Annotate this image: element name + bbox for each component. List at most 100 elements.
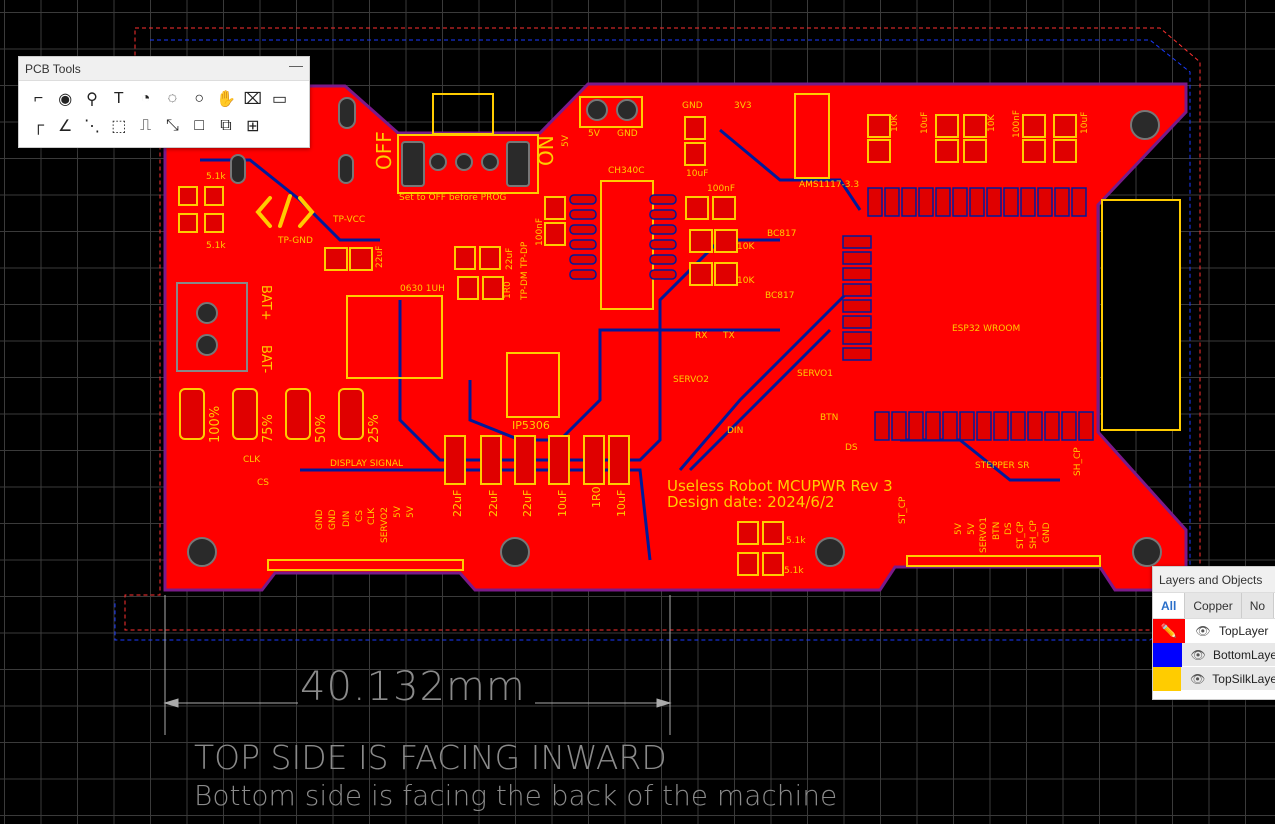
silk-label: TX — [723, 331, 735, 341]
silk-label: 10uF — [686, 169, 709, 179]
layer-name: TopSilkLayer — [1212, 671, 1275, 686]
silk-label: GND — [315, 509, 325, 530]
silk-label: 5V — [954, 523, 964, 535]
polygon-icon[interactable]: ⎍ — [132, 112, 159, 139]
silk-label: BTN — [992, 521, 1002, 540]
silk-label: SERVO2 — [380, 507, 390, 543]
layer-color-swatch[interactable] — [1153, 642, 1182, 667]
silk-label: CS — [355, 510, 365, 522]
group-icon[interactable]: ⧉ — [213, 112, 240, 139]
layer-name: BottomLayer — [1212, 647, 1275, 662]
silk-label: RX — [695, 331, 708, 341]
silk-label: SERVO2 — [673, 375, 709, 385]
silk-label: STEPPER SR — [975, 461, 1030, 471]
silk-label: 22uF — [521, 489, 534, 517]
silk-label: BAT+ — [258, 285, 273, 321]
silk-label: BC817 — [767, 229, 797, 239]
silk-label: 10K — [737, 242, 755, 252]
silk-label: 50% — [314, 414, 329, 443]
silk-label: 0630 1UH — [400, 284, 445, 294]
text-icon[interactable]: T — [105, 85, 132, 112]
silk-label: DISPLAY SIGNAL — [330, 459, 404, 469]
layer-color-swatch[interactable] — [1153, 666, 1182, 691]
tab-non-copper[interactable]: No — [1241, 593, 1275, 618]
tab-all[interactable]: All — [1153, 593, 1186, 618]
silk-label: 100% — [208, 405, 223, 443]
silk-label: 22uF — [505, 247, 515, 270]
layers-panel: Layers and Objects All Copper No ✏️ 👁 To… — [1152, 566, 1275, 700]
silk-label: Set to OFF before PROG — [399, 193, 507, 203]
silk-label: GND — [682, 101, 703, 111]
silk-label: TP-DM — [520, 271, 530, 300]
angle-icon[interactable]: ∠ — [52, 112, 79, 139]
silk-label: TP-VCC — [333, 215, 366, 225]
minus-icon[interactable]: — — [289, 57, 303, 73]
eye-icon[interactable]: 👁 — [1191, 624, 1215, 638]
tab-copper[interactable]: Copper — [1185, 593, 1242, 618]
silk-label: SERVO1 — [797, 369, 833, 379]
region-icon[interactable]: ⬚ — [105, 112, 132, 139]
route-track-icon[interactable]: ⌐ — [25, 85, 52, 112]
silk-label: 5.1k — [784, 566, 804, 576]
silk-label: 10K — [890, 114, 900, 132]
silk-label: ST_CP — [898, 496, 908, 524]
arc-icon[interactable]: ◔ — [132, 85, 159, 112]
silk-label: SH_CP — [1073, 447, 1083, 476]
design-date: Design date: 2024/6/2 — [667, 493, 835, 511]
silk-label: 5V — [393, 506, 403, 518]
silk-label: AMS1117-3.3 — [799, 180, 860, 190]
silk-label: 5.1k — [786, 536, 806, 546]
dimension-icon[interactable]: ┌ — [25, 112, 52, 139]
silk-label: OFF — [372, 131, 396, 170]
silk-label: 10uF — [920, 111, 930, 134]
silk-label: DIN — [342, 510, 352, 527]
measure-icon[interactable]: ⤡ — [159, 112, 186, 139]
layer-row-bottom[interactable]: 👁 BottomLayer — [1153, 642, 1275, 667]
silk-label: ESP32 WROOM — [952, 324, 1021, 334]
silk-label: ON — [534, 135, 558, 166]
silk-label: 5.1k — [206, 172, 226, 182]
silk-label: BC817 — [765, 291, 795, 301]
silk-label: 25% — [367, 414, 382, 443]
silk-label: 10uF — [1080, 111, 1090, 134]
silk-label: 100nF — [707, 184, 736, 194]
silk-label: 5V — [561, 135, 571, 147]
silk-label: ST_CP — [1016, 521, 1026, 549]
pencil-icon[interactable]: ✏️ — [1153, 618, 1185, 643]
silk-label: BAT- — [258, 345, 273, 374]
silk-label: BTN — [820, 413, 839, 423]
pad-cross-icon[interactable]: ⌧ — [239, 85, 266, 112]
silk-label: TP-DP — [520, 241, 530, 268]
pad-icon[interactable]: ⚲ — [79, 85, 106, 112]
silk-label: 22uF — [487, 489, 500, 517]
silk-label: SERVO1 — [979, 517, 989, 553]
pan-hand-icon[interactable]: ✋ — [213, 85, 240, 112]
note-top-side: TOP SIDE IS FACING INWARD — [194, 738, 667, 777]
connect-icon[interactable]: ⋱ — [79, 112, 106, 139]
layer-row-top[interactable]: ✏️ 👁 TopLayer — [1153, 618, 1275, 643]
silk-label: 10K — [737, 276, 755, 286]
table-icon[interactable]: ⊞ — [239, 112, 266, 139]
image-icon[interactable]: ▭ — [266, 85, 293, 112]
layers-tabs: All Copper No — [1153, 593, 1275, 619]
arc-center-icon[interactable]: ◌ — [159, 85, 186, 112]
silk-label: SH_CP — [1029, 520, 1039, 549]
silk-label: GND — [1042, 522, 1052, 543]
eye-icon[interactable]: 👁 — [1188, 648, 1209, 662]
silk-label: 10uF — [556, 489, 569, 517]
dimension-label: 40.132mm — [300, 664, 526, 710]
silk-label: 22uF — [451, 489, 464, 517]
tool-grid: ⌐ ◉ ⚲ T ◔ ◌ ○ ✋ ⌧ ▭ ┌ ∠ ⋱ ⬚ ⎍ ⤡ □ ⧉ ⊞ — [19, 81, 309, 143]
silk-label: DS — [845, 443, 858, 453]
layers-title: Layers and Objects — [1159, 573, 1263, 587]
layers-header[interactable]: Layers and Objects — [1153, 567, 1275, 593]
note-bottom-side: Bottom side is facing the back of the ma… — [194, 779, 838, 812]
circle-icon[interactable]: ○ — [186, 85, 213, 112]
rectangle-icon[interactable]: □ — [186, 112, 213, 139]
pcb-tools-header[interactable]: PCB Tools — — [19, 57, 309, 81]
pcb-tools-panel: PCB Tools — ⌐ ◉ ⚲ T ◔ ◌ ○ ✋ ⌧ ▭ ┌ ∠ ⋱ ⬚ ⎍ ⤡ □ ⧉ ⊞ — [18, 56, 310, 148]
layer-row-top-silk[interactable]: 👁 TopSilkLayer — [1153, 666, 1275, 691]
silk-label: CS — [257, 478, 269, 488]
via-icon[interactable]: ◉ — [52, 85, 79, 112]
eye-icon[interactable]: 👁 — [1187, 672, 1208, 686]
